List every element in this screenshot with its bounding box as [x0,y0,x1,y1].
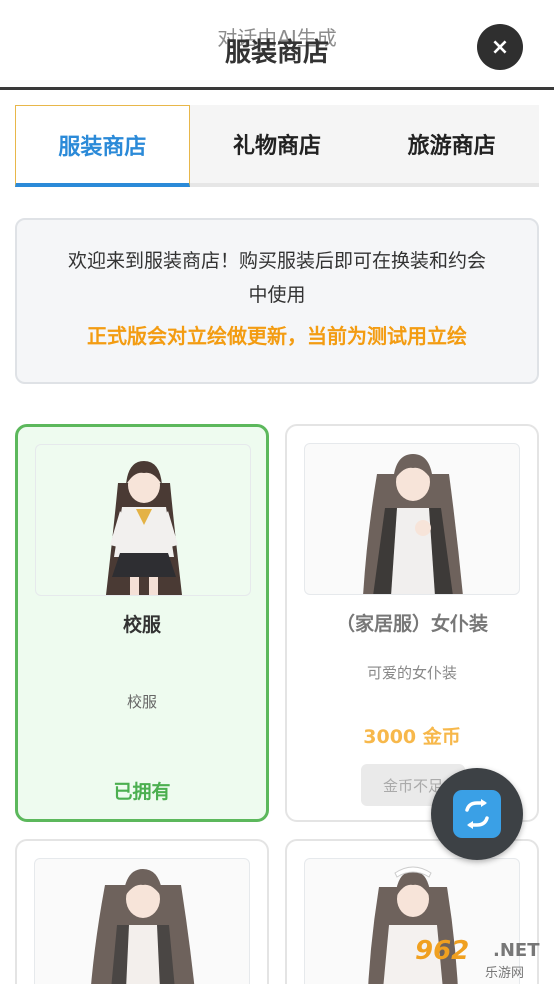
notice-text-line1: 欢迎来到服装商店！购买服装后即可在换装和约会 [67,250,486,272]
shop-tabs: 服装商店 礼物商店 旅游商店 [15,105,539,187]
item-card-maid-outfit[interactable]: （家居服）女仆装 可爱的女仆装 3000 金币 金币不足 [285,424,539,822]
close-icon: × [490,34,510,60]
watermark-site-name: 乐游网 [485,966,525,981]
close-button[interactable]: × [477,24,523,70]
watermark-net: .NET [493,940,540,961]
notice-text-line2: 中使用 [248,284,306,306]
item-image [304,443,520,595]
site-watermark: 962 .NET 乐游网 [415,936,551,982]
item-card-3[interactable] [15,839,269,984]
character-outfit-illustration [91,869,195,984]
notice-warning: 正式版会对立绘做更新，当前为测试用立绘 [87,324,467,348]
item-name: （家居服）女仆装 [335,613,488,635]
item-card-school-uniform[interactable]: 校服 校服 已拥有 [15,424,269,822]
character-maid-outfit-illustration [363,454,463,594]
item-price: 3000 金币 [363,726,461,748]
page-title: 服装商店 [224,38,329,68]
welcome-notice: 欢迎来到服装商店！购买服装后即可在换装和约会 中使用 正式版会对立绘做更新，当前… [15,218,539,384]
character-school-uniform-illustration [106,461,182,595]
app-header: 对话由AI生成 服装商店 × [0,0,554,90]
watermark-number: 962 [415,936,470,966]
tab-clothing-shop[interactable]: 服装商店 [15,105,190,187]
owned-status: 已拥有 [113,781,171,803]
item-name: 校服 [122,614,161,636]
tab-gift-shop[interactable]: 礼物商店 [190,105,365,183]
item-description: 可爱的女仆装 [366,664,457,682]
item-description: 校服 [126,693,157,711]
item-image [34,858,250,984]
refresh-button[interactable] [431,768,523,860]
item-image [35,444,251,596]
refresh-icon [453,790,501,838]
tab-travel-shop[interactable]: 旅游商店 [364,105,539,183]
